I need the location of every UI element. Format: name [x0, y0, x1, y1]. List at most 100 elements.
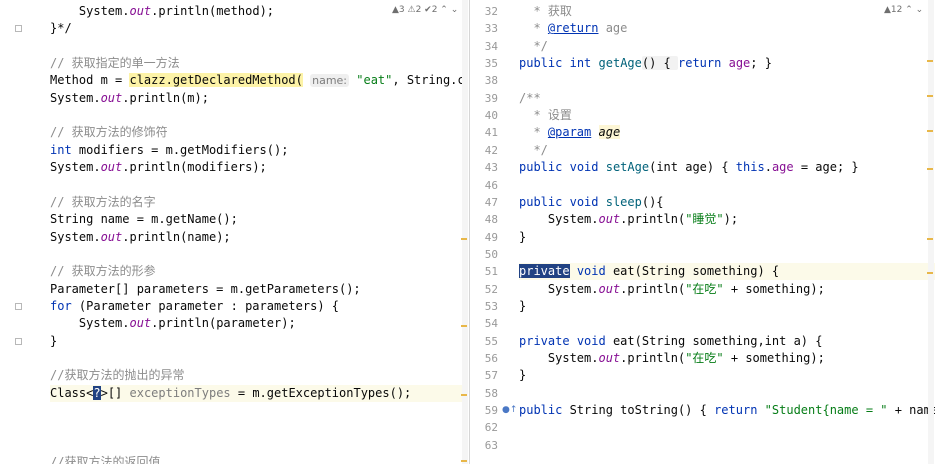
code-static-field: out — [129, 316, 152, 331]
code-text: , String.class — [392, 73, 468, 88]
right-code-area[interactable]: * 获取 * @return age */public int getAge()… — [519, 0, 935, 464]
line-number: 35 — [484, 57, 498, 71]
code-line: System.out.println(m); — [50, 90, 209, 107]
code-system: System. — [547, 212, 599, 227]
code-text: } — [519, 229, 527, 244]
code-system: System. — [547, 351, 599, 365]
code-field: age — [771, 160, 794, 175]
line-number: 57 — [484, 369, 498, 383]
code-static-field: out — [598, 281, 621, 296]
code-line: // 获取方法的修饰符 — [50, 124, 168, 141]
code-line: */ — [519, 142, 547, 159]
scroll-warning-mark[interactable] — [927, 95, 933, 97]
code-system: System. — [78, 316, 130, 331]
code-line: private void eat(String something,int a)… — [519, 333, 822, 350]
scroll-warning-mark[interactable] — [927, 130, 933, 132]
left-editor-pane[interactable]: System.out.println(method);}*/// 获取指定的单一… — [0, 0, 469, 464]
doc-comment: /** — [519, 90, 541, 105]
doc-comment: age — [598, 21, 628, 36]
code-keyword: for — [50, 298, 72, 313]
line-number: 63 — [484, 438, 498, 452]
folded-body: () { — [641, 56, 678, 71]
code-keyword: public — [519, 194, 563, 209]
code-keyword: void — [576, 333, 606, 348]
code-system: System. — [547, 281, 599, 296]
line-number: 62 — [484, 421, 498, 435]
code-keyword: void — [576, 264, 606, 279]
scroll-warning-mark[interactable] — [461, 325, 467, 327]
code-text: ); — [723, 212, 739, 227]
override-gutter-icon[interactable]: ●↑ — [502, 405, 517, 415]
code-line: /** — [519, 90, 541, 107]
code-string: "在吃" — [685, 281, 724, 296]
left-gutter[interactable] — [0, 0, 24, 464]
line-number: 43 — [484, 161, 498, 175]
code-line: } — [519, 298, 526, 315]
code-text: (int age) { — [649, 160, 736, 175]
line-number: 52 — [484, 282, 498, 296]
scroll-warning-mark[interactable] — [927, 60, 933, 62]
code-keyword: void — [569, 194, 599, 209]
code-selection[interactable]: private — [519, 264, 570, 279]
code-paren: ); — [281, 316, 296, 331]
code-text: String toString() { — [562, 403, 715, 418]
code-line: * 设置 — [519, 107, 571, 124]
code-line: } — [50, 333, 57, 350]
code-line: public String toString() { return "Stude… — [519, 402, 935, 419]
code-system: System. — [50, 160, 101, 175]
scroll-warning-mark[interactable] — [461, 460, 467, 462]
right-line-numbers: 32 33 34 35 38 39 40 41 42 43 46 47 48 49 50 51 52 53 54 55… — [470, 0, 514, 464]
code-text: (String something) { — [634, 264, 780, 279]
scroll-warning-mark[interactable] — [461, 238, 467, 240]
code-line: System.out.println(method); — [50, 3, 274, 20]
fold-marker-icon[interactable] — [15, 302, 22, 310]
code-comment: //获取方法的返回值 — [50, 455, 161, 464]
right-scroll-stripe[interactable] — [928, 0, 934, 464]
code-paren: ); — [252, 160, 267, 175]
code-line: System.out.println(name); — [50, 229, 231, 246]
right-inspection-widget[interactable]: ▲12 ⌃ ⌄ — [884, 5, 923, 15]
code-text: . — [764, 160, 772, 175]
code-line: for (Parameter parameter : parameters) { — [50, 298, 339, 315]
parameter-hint: name: — [310, 74, 350, 88]
scroll-warning-mark[interactable] — [927, 272, 933, 274]
code-line: * @param age — [519, 124, 621, 141]
code-keyword: int — [50, 142, 72, 157]
code-keyword: public — [519, 403, 563, 418]
code-line: int modifiers = m.getModifiers(); — [50, 142, 288, 159]
fold-marker-icon[interactable] — [15, 25, 22, 33]
code-field: age — [728, 56, 751, 71]
scroll-warning-mark[interactable] — [461, 394, 467, 396]
method-name: getAge — [598, 56, 642, 71]
code-comment: // 获取方法的名字 — [50, 194, 156, 209]
code-line: Class<?>[] exceptionTypes = m.getExcepti… — [50, 384, 468, 402]
code-text: + something); — [723, 351, 825, 365]
fold-marker-icon[interactable] — [15, 337, 22, 345]
doc-comment: * — [533, 125, 548, 140]
code-text: } — [519, 298, 527, 313]
code-text: (String something,int a) { — [634, 333, 823, 348]
code-text: = m.getExceptionTypes(); — [230, 385, 412, 400]
scroll-warning-mark[interactable] — [927, 168, 933, 170]
code-line: // 获取方法的名字 — [50, 194, 156, 211]
right-editor-pane[interactable]: 32 33 34 35 38 39 40 41 42 43 46 47 48 49 50 51 52 53 54 55… — [469, 0, 935, 464]
code-keyword: int — [569, 56, 592, 71]
left-inspection-widget[interactable]: ▲3 ⚠2 ✔2 ⌃ ⌄ — [392, 5, 458, 15]
code-selection[interactable]: ? — [93, 385, 101, 400]
code-call: .println( — [151, 4, 217, 18]
left-code-area[interactable]: System.out.println(method);}*/// 获取指定的单一… — [50, 0, 468, 464]
code-text: ; } — [750, 56, 772, 71]
code-line: System.out.println("在吃" + something); — [519, 350, 825, 367]
line-number: 38 — [484, 74, 498, 88]
doc-param-name: age — [598, 125, 621, 140]
line-number: 40 — [484, 109, 498, 123]
scroll-warning-mark[interactable] — [927, 238, 933, 240]
